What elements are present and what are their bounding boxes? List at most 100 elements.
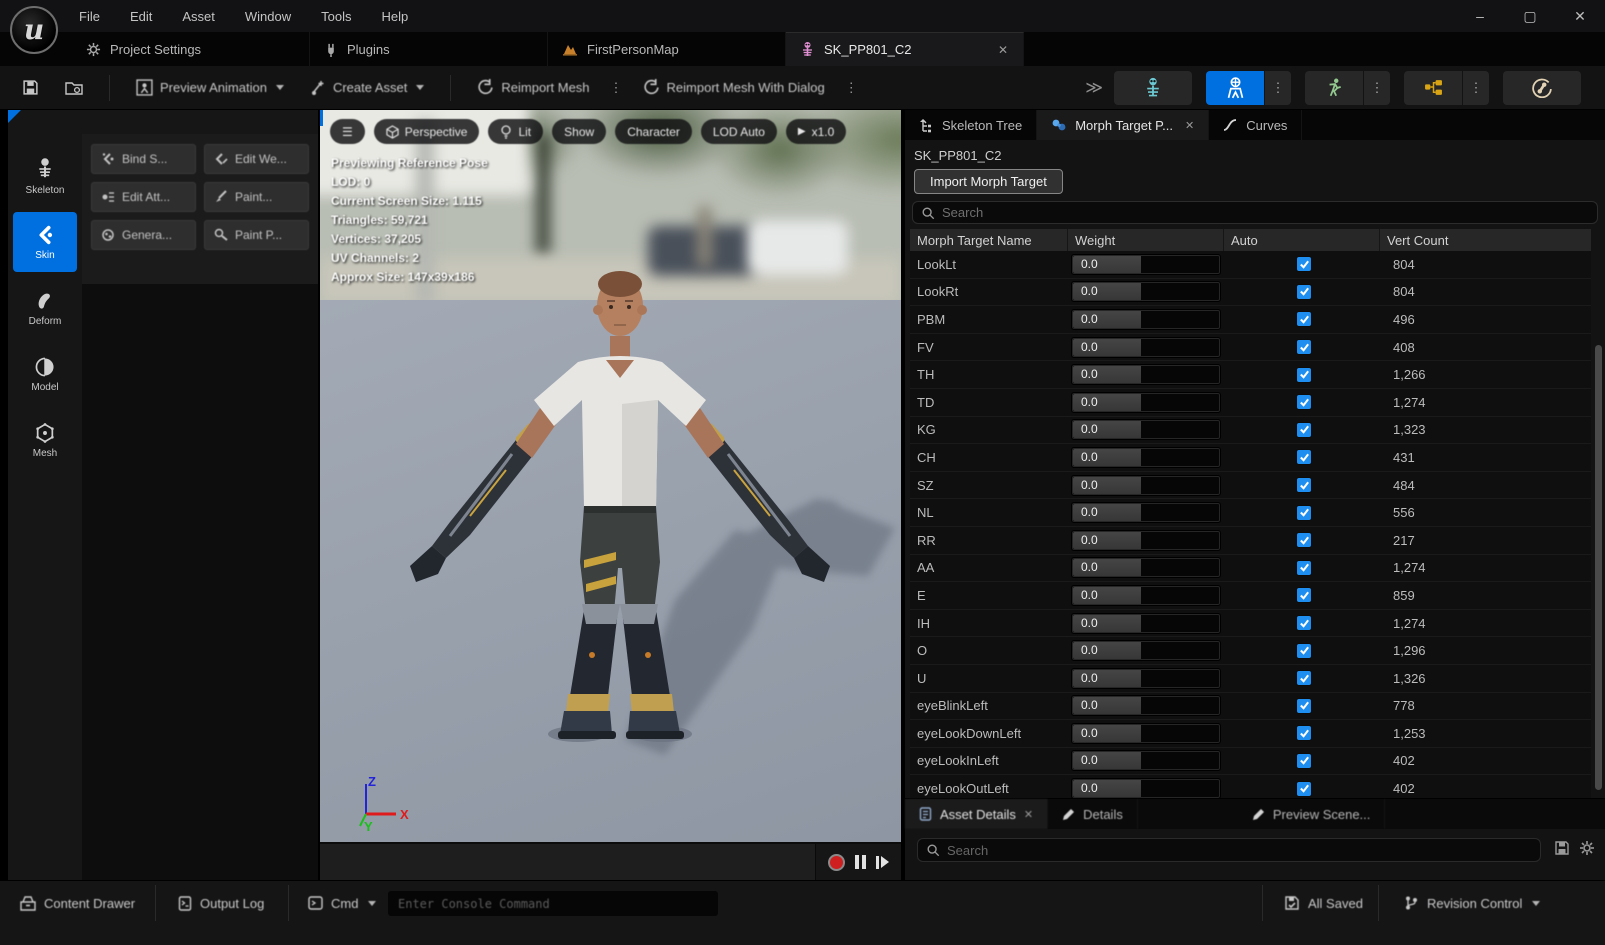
weight-spinbox[interactable]: 0.0 — [1071, 613, 1221, 634]
morph-target-row[interactable]: LookLt 0.0 804 — [910, 251, 1591, 279]
auto-checkbox[interactable] — [1296, 725, 1312, 741]
morph-target-row[interactable]: eyeBlinkLeft 0.0 778 — [910, 693, 1591, 721]
edit-attachments-button[interactable]: Edit Att... — [91, 182, 196, 212]
tab-close-icon[interactable]: ✕ — [993, 41, 1013, 59]
auto-checkbox[interactable] — [1296, 367, 1312, 383]
auto-checkbox[interactable] — [1296, 753, 1312, 769]
morph-target-row[interactable]: LookRt 0.0 804 — [910, 279, 1591, 307]
minimize-button[interactable]: – — [1455, 0, 1505, 32]
morph-target-row[interactable]: NL 0.0 556 — [910, 499, 1591, 527]
morph-table-header[interactable]: Morph Target Name Weight Auto Vert Count — [910, 229, 1591, 251]
weight-spinbox[interactable]: 0.0 — [1071, 337, 1221, 358]
tab-close-icon[interactable]: ✕ — [1185, 119, 1194, 132]
output-log-button[interactable]: Output Log — [166, 888, 276, 918]
rail-item-deform[interactable]: Deform — [13, 278, 77, 338]
tab-details[interactable]: Details — [1048, 799, 1138, 829]
morph-target-row[interactable]: eyeLookDownLeft 0.0 1,253 — [910, 720, 1591, 748]
menu-tools[interactable]: Tools — [308, 5, 364, 28]
auto-checkbox[interactable] — [1296, 477, 1312, 493]
morph-target-row[interactable]: SZ 0.0 484 — [910, 472, 1591, 500]
menu-help[interactable]: Help — [368, 5, 421, 28]
cmd-selector[interactable]: Cmd — [296, 888, 388, 918]
menu-window[interactable]: Window — [232, 5, 304, 28]
tab-asset-details[interactable]: Asset Details ✕ — [905, 799, 1048, 829]
auto-checkbox[interactable] — [1296, 615, 1312, 631]
menu-edit[interactable]: Edit — [117, 5, 165, 28]
perspective-button[interactable]: Perspective — [374, 119, 480, 144]
animation-timeline[interactable] — [320, 842, 901, 880]
morph-search-box[interactable]: Search — [912, 201, 1598, 224]
auto-checkbox[interactable] — [1296, 284, 1312, 300]
morph-target-row[interactable]: RR 0.0 217 — [910, 527, 1591, 555]
bind-skin-button[interactable]: Bind S... — [91, 144, 196, 174]
menu-file[interactable]: File — [66, 5, 113, 28]
all-saved-button[interactable]: All Saved — [1272, 888, 1375, 918]
morph-target-row[interactable]: PBM 0.0 496 — [910, 306, 1591, 334]
morph-target-row[interactable]: TD 0.0 1,274 — [910, 389, 1591, 417]
weight-spinbox[interactable]: 0.0 — [1071, 668, 1221, 689]
animation-blueprint-button[interactable] — [1404, 71, 1462, 105]
menu-asset[interactable]: Asset — [169, 5, 228, 28]
weight-spinbox[interactable]: 0.0 — [1071, 281, 1221, 302]
tab-firstpersonmap[interactable]: FirstPersonMap — [548, 32, 786, 66]
column-vert-count[interactable]: Vert Count — [1380, 229, 1591, 251]
kebab-menu-icon[interactable]: ⋮ — [1364, 71, 1390, 105]
weight-spinbox[interactable]: 0.0 — [1071, 530, 1221, 551]
console-command-input[interactable]: Enter Console Command — [388, 891, 718, 916]
morph-target-row[interactable]: O 0.0 1,296 — [910, 637, 1591, 665]
auto-checkbox[interactable] — [1296, 449, 1312, 465]
details-search-box[interactable]: Search — [917, 838, 1541, 862]
weight-spinbox[interactable]: 0.0 — [1071, 309, 1221, 330]
save-button[interactable] — [14, 73, 47, 102]
auto-checkbox[interactable] — [1296, 422, 1312, 438]
morph-target-row[interactable]: TH 0.0 1,266 — [910, 361, 1591, 389]
physics-asset-button[interactable] — [1503, 71, 1581, 105]
auto-checkbox[interactable] — [1296, 339, 1312, 355]
rail-item-model[interactable]: Model — [13, 344, 77, 404]
reimport-mesh-button[interactable]: Reimport Mesh — [469, 73, 597, 102]
toolbar-overflow-icon[interactable]: ≫ — [1085, 78, 1100, 98]
morph-target-row[interactable]: FV 0.0 408 — [910, 334, 1591, 362]
auto-checkbox[interactable] — [1296, 256, 1312, 272]
vertical-scrollbar[interactable] — [1595, 345, 1602, 790]
create-asset-button[interactable]: Create Asset — [302, 74, 432, 102]
morph-target-row[interactable]: KG 0.0 1,323 — [910, 417, 1591, 445]
close-button[interactable]: ✕ — [1555, 0, 1605, 32]
morph-target-row[interactable]: eyeLookOutLeft 0.0 402 — [910, 775, 1591, 798]
weight-spinbox[interactable]: 0.0 — [1071, 750, 1221, 771]
weight-spinbox[interactable]: 0.0 — [1071, 640, 1221, 661]
import-morph-target-button[interactable]: Import Morph Target — [914, 169, 1063, 194]
unreal-logo[interactable]: u — [10, 6, 58, 54]
lit-button[interactable]: Lit — [488, 119, 543, 144]
kebab-menu-icon[interactable]: ⋮ — [843, 76, 860, 100]
playback-speed-button[interactable]: ▶ x1.0 — [786, 119, 846, 144]
content-drawer-button[interactable]: Content Drawer — [8, 888, 147, 918]
pause-button[interactable] — [855, 855, 866, 869]
rail-item-mesh[interactable]: Mesh — [13, 410, 77, 470]
column-morph-target-name[interactable]: Morph Target Name — [910, 229, 1068, 251]
column-auto[interactable]: Auto — [1224, 229, 1380, 251]
tab-plugins[interactable]: Plugins — [310, 32, 548, 66]
morph-target-row[interactable]: U 0.0 1,326 — [910, 665, 1591, 693]
column-weight[interactable]: Weight — [1068, 229, 1224, 251]
auto-checkbox[interactable] — [1296, 587, 1312, 603]
reimport-mesh-with-dialog-button[interactable]: Reimport Mesh With Dialog — [635, 73, 833, 102]
tab-curves[interactable]: Curves — [1209, 110, 1302, 140]
tab-skeleton-tree[interactable]: Skeleton Tree — [905, 110, 1037, 140]
paint-props-button[interactable]: Paint P... — [204, 220, 309, 250]
maximize-button[interactable]: ▢ — [1505, 0, 1555, 32]
weight-spinbox[interactable]: 0.0 — [1071, 695, 1221, 716]
record-button[interactable] — [828, 854, 845, 871]
viewport-menu-button[interactable]: ☰ — [330, 119, 365, 144]
tab-project-settings[interactable]: Project Settings — [72, 32, 310, 66]
weight-spinbox[interactable]: 0.0 — [1071, 254, 1221, 275]
lod-auto-button[interactable]: LOD Auto — [701, 119, 777, 144]
morph-target-row[interactable]: E 0.0 859 — [910, 582, 1591, 610]
auto-checkbox[interactable] — [1296, 394, 1312, 410]
auto-checkbox[interactable] — [1296, 643, 1312, 659]
rail-item-skeleton[interactable]: Skeleton — [13, 146, 77, 206]
tab-preview-scene[interactable]: Preview Scene... — [1238, 799, 1386, 829]
tab-sk-pp801-c2[interactable]: SK_PP801_C2 ✕ — [786, 32, 1024, 66]
auto-checkbox[interactable] — [1296, 311, 1312, 327]
tab-close-icon[interactable]: ✕ — [1024, 808, 1033, 821]
